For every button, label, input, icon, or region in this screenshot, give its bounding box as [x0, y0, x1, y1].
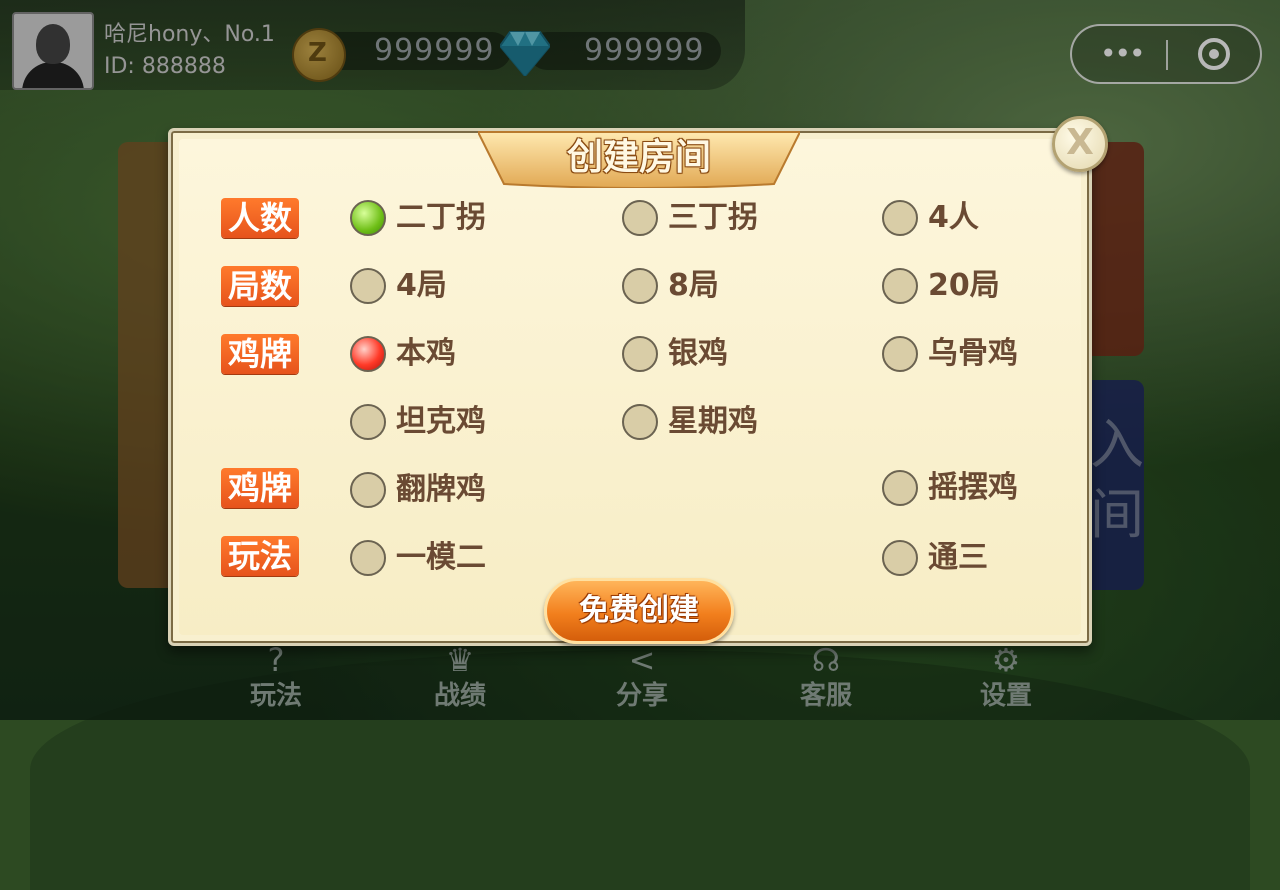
option-label: 银鸡	[668, 336, 728, 371]
checkbox-unselected-icon	[622, 404, 658, 440]
option-label: 4局	[396, 268, 447, 303]
option-label: 摇摆鸡	[928, 470, 1018, 505]
checkbox-unselected-icon	[350, 404, 386, 440]
checkbox-unselected-icon	[350, 472, 386, 508]
option-label: 乌骨鸡	[928, 336, 1018, 371]
option-label: 一模二	[396, 540, 486, 575]
option-label: 20局	[928, 268, 1000, 303]
option-label: 坦克鸡	[396, 404, 486, 439]
option-label: 二丁拐	[396, 200, 486, 235]
category-chicken: 鸡牌	[221, 334, 299, 374]
radio-unselected-icon	[882, 268, 918, 304]
option-label: 三丁拐	[668, 200, 758, 235]
option-label: 本鸡	[396, 336, 456, 371]
free-create-button[interactable]: 免费创建	[544, 578, 734, 644]
checkbox-unselected-icon	[882, 470, 918, 506]
checkbox-unselected-icon	[350, 540, 386, 576]
dialog-title: 创建房间	[566, 137, 711, 178]
radio-unselected-icon	[882, 200, 918, 236]
option-label: 星期鸡	[668, 404, 758, 439]
checkbox-unselected-icon	[882, 540, 918, 576]
category-players: 人数	[221, 198, 299, 238]
radio-unselected-icon	[622, 200, 658, 236]
radio-selected-icon	[350, 200, 386, 236]
option-label: 通三	[928, 540, 988, 575]
radio-unselected-icon	[622, 268, 658, 304]
close-icon: X	[1066, 122, 1094, 163]
option-label: 8局	[668, 268, 719, 303]
option-label: 翻牌鸡	[396, 472, 486, 507]
category-rules: 玩法	[221, 536, 299, 576]
category-rounds: 局数	[221, 266, 299, 306]
close-button[interactable]: X	[1052, 116, 1108, 172]
radio-unselected-icon	[350, 268, 386, 304]
checkbox-unselected-icon	[622, 336, 658, 372]
category-chicken-2: 鸡牌	[221, 468, 299, 508]
checkbox-unselected-icon	[882, 336, 918, 372]
free-create-label: 免费创建	[579, 593, 699, 628]
checkbox-selected-icon	[350, 336, 386, 372]
option-label: 4人	[928, 200, 979, 235]
